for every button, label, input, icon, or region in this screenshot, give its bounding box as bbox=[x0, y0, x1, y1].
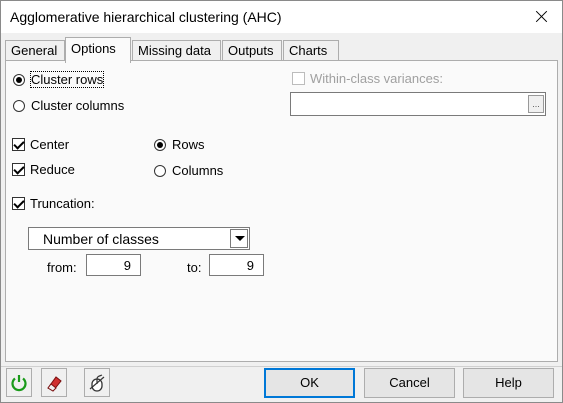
tab-missing-data[interactable]: Missing data bbox=[132, 40, 221, 61]
close-icon[interactable] bbox=[518, 1, 562, 33]
ahc-dialog: Agglomerative hierarchical clustering (A… bbox=[0, 0, 563, 403]
clear-button[interactable] bbox=[41, 368, 67, 397]
center-checkbox[interactable]: Center bbox=[12, 137, 69, 152]
divider bbox=[1, 366, 562, 367]
checkbox-indicator bbox=[292, 72, 305, 85]
help-button[interactable]: Help bbox=[463, 368, 554, 398]
within-class-variances-field[interactable]: ... bbox=[290, 92, 546, 116]
radio-indicator bbox=[13, 73, 25, 86]
radio-indicator bbox=[13, 99, 25, 112]
reduce-label: Reduce bbox=[30, 162, 75, 177]
columns-label: Columns bbox=[172, 163, 224, 178]
cluster-columns-radio[interactable]: Cluster columns bbox=[13, 98, 124, 113]
truncation-mode-value: Number of classes bbox=[43, 231, 159, 247]
reset-button[interactable] bbox=[6, 368, 32, 397]
within-class-variances-label: Within-class variances: bbox=[310, 71, 443, 86]
truncation-checkbox[interactable]: Truncation: bbox=[12, 196, 95, 211]
cluster-rows-label: Cluster rows bbox=[29, 71, 105, 88]
options-panel: Cluster rows Cluster columns Center Redu… bbox=[5, 60, 558, 362]
within-class-variances-checkbox[interactable]: Within-class variances: bbox=[292, 71, 443, 86]
tab-outputs[interactable]: Outputs bbox=[222, 40, 282, 61]
chevron-down-icon[interactable] bbox=[230, 229, 248, 248]
ok-button[interactable]: OK bbox=[264, 368, 355, 398]
checkbox-indicator bbox=[12, 163, 25, 176]
browse-button[interactable]: ... bbox=[528, 95, 544, 113]
to-label: to: bbox=[187, 260, 202, 275]
mouse-icon bbox=[89, 374, 105, 392]
center-label: Center bbox=[30, 137, 70, 152]
cluster-rows-radio[interactable]: Cluster rows bbox=[13, 71, 105, 88]
to-input[interactable]: 9 bbox=[209, 254, 264, 276]
reduce-checkbox[interactable]: Reduce bbox=[12, 162, 75, 177]
cancel-button[interactable]: Cancel bbox=[364, 368, 455, 398]
truncation-label: Truncation: bbox=[30, 196, 95, 211]
cluster-columns-label: Cluster columns bbox=[31, 98, 125, 113]
rows-label: Rows bbox=[172, 137, 205, 152]
truncation-mode-select[interactable]: Number of classes bbox=[28, 227, 250, 250]
tab-general[interactable]: General bbox=[5, 40, 65, 61]
select-data-button[interactable] bbox=[84, 368, 110, 397]
columns-radio[interactable]: Columns bbox=[154, 163, 223, 178]
tab-options[interactable]: Options bbox=[65, 37, 131, 63]
rows-radio[interactable]: Rows bbox=[154, 137, 205, 152]
checkbox-indicator bbox=[12, 138, 25, 151]
title-bar: Agglomerative hierarchical clustering (A… bbox=[1, 1, 562, 33]
window-title: Agglomerative hierarchical clustering (A… bbox=[10, 9, 282, 25]
from-label: from: bbox=[47, 260, 77, 275]
radio-indicator bbox=[154, 138, 166, 151]
reset-icon bbox=[11, 375, 27, 392]
radio-indicator bbox=[154, 164, 166, 177]
from-input[interactable]: 9 bbox=[86, 254, 141, 276]
tab-charts[interactable]: Charts bbox=[283, 40, 339, 61]
eraser-icon bbox=[47, 376, 62, 392]
checkbox-indicator bbox=[12, 197, 25, 210]
